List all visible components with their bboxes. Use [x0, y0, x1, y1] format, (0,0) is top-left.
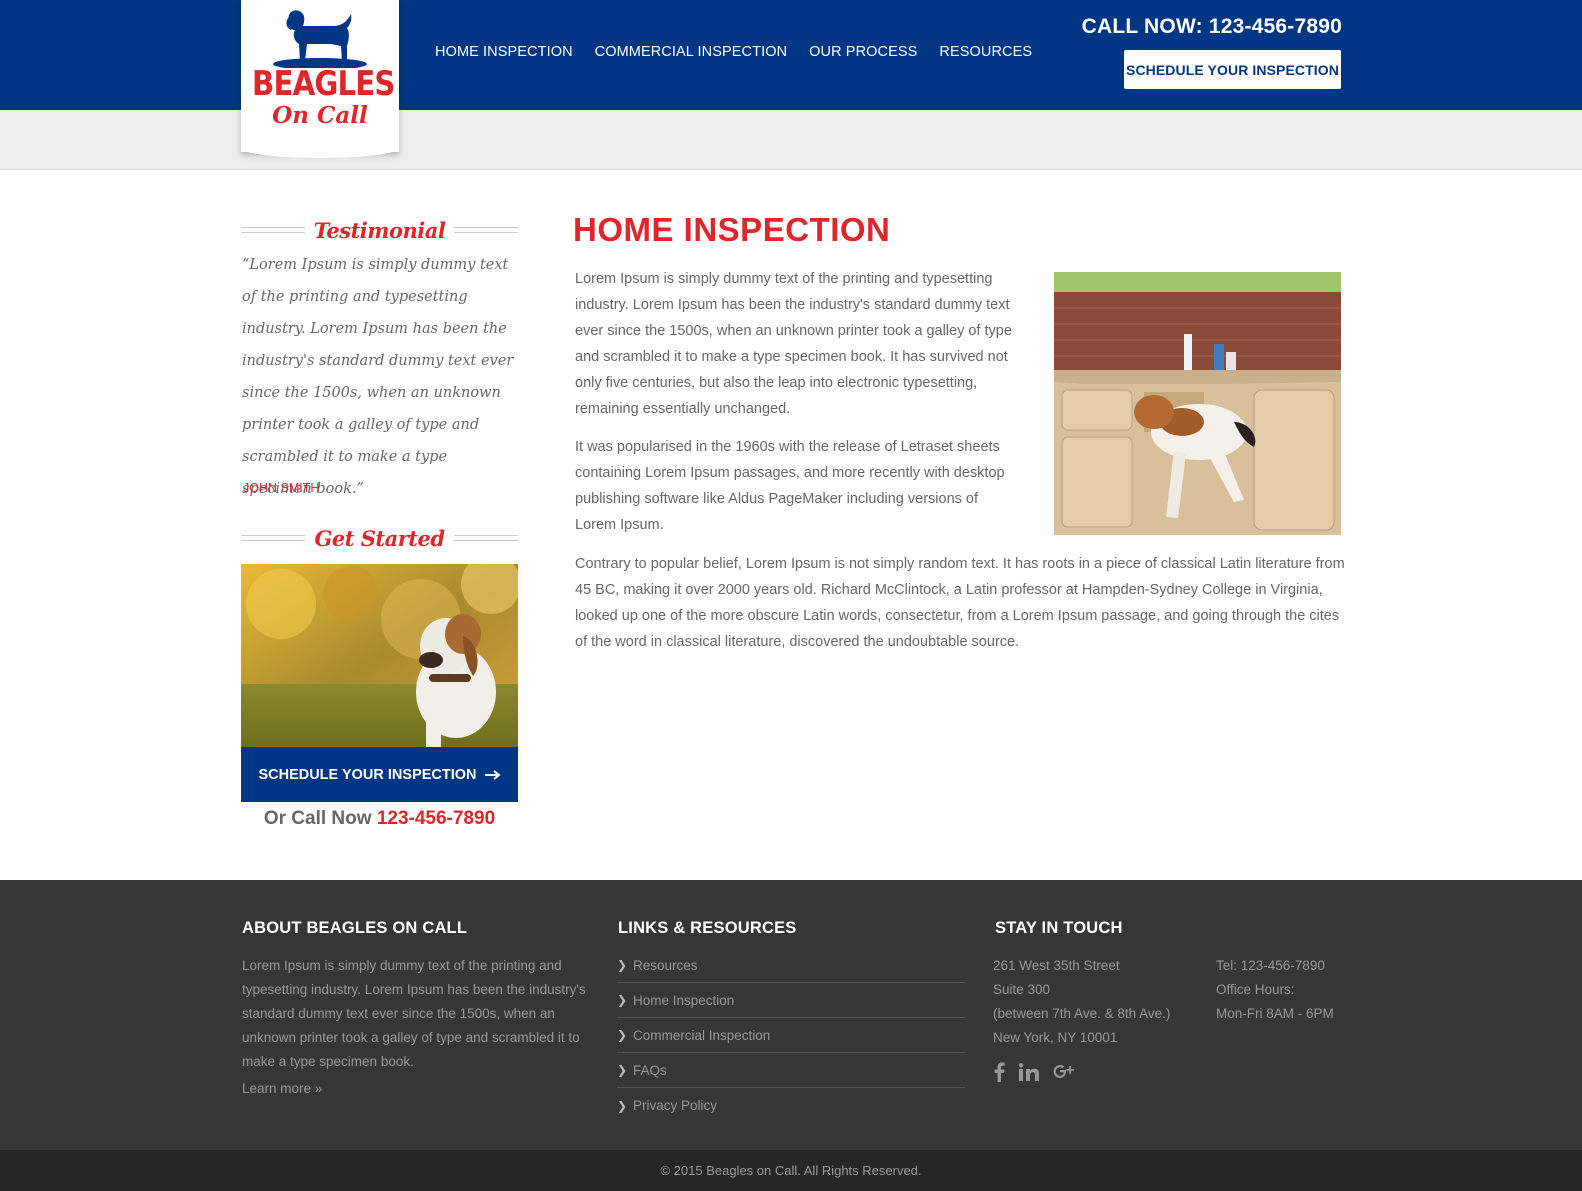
testimonial-quote: “Lorem Ipsum is simply dummy text of the…	[242, 257, 514, 497]
chevron-right-icon: ❯	[617, 1028, 628, 1042]
logo-wordmark: BEAGLES	[252, 64, 395, 104]
footer-link-faqs[interactable]: ❯ FAQs	[617, 1053, 965, 1088]
nav-our-process[interactable]: OUR PROCESS	[809, 44, 917, 60]
sidebar-phone[interactable]: 123-456-7890	[377, 808, 495, 829]
office-hours: Mon-Fri 8AM - 6PM	[1216, 1006, 1334, 1021]
footer-link-home-inspection[interactable]: ❯ Home Inspection	[617, 983, 965, 1018]
linkedin-icon[interactable]	[1019, 1063, 1039, 1081]
logo[interactable]: BEAGLES On Call	[241, 0, 399, 158]
sidebar-schedule-button[interactable]: SCHEDULE YOUR INSPECTION	[241, 747, 518, 802]
footer-link-label: Home Inspection	[633, 992, 735, 1008]
or-call-now: Or Call Now 123-456-7890	[241, 808, 518, 830]
get-started-heading: Get Started	[241, 518, 518, 558]
office-hours-label: Office Hours:	[1216, 982, 1295, 997]
chevron-right-icon: ❯	[617, 1098, 628, 1113]
testimonial-heading: Testimonial	[241, 210, 519, 250]
contact-block: Tel: 123-456-7890 Office Hours: Mon-Fri …	[1216, 954, 1334, 1026]
footer-link-label: FAQs	[633, 1062, 667, 1078]
footer-link-label: Commercial Inspection	[633, 1027, 771, 1043]
address-line: 261 West 35th Street	[993, 958, 1120, 973]
google-plus-icon[interactable]	[1053, 1062, 1075, 1082]
chevron-right-icon: ❯	[617, 958, 628, 972]
stay-in-touch-heading: STAY IN TOUCH	[995, 919, 1123, 937]
copyright-bar: © 2015 Beagles on Call. All Rights Reser…	[0, 1150, 1582, 1191]
about-text: Lorem Ipsum is simply dummy text of the …	[242, 958, 586, 1069]
sub-bar	[0, 110, 1582, 170]
beagle-in-park-photo	[241, 564, 518, 747]
footer-link-privacy-policy[interactable]: ❯ Privacy Policy	[617, 1088, 965, 1123]
main-nav: HOME INSPECTION COMMERCIAL INSPECTION OU…	[435, 44, 1032, 60]
paragraph-1: Lorem Ipsum is simply dummy text of the …	[575, 271, 1012, 417]
footer-link-label: Resources	[633, 957, 698, 973]
paragraph-2: It was popularised in the 1960s with the…	[575, 439, 1005, 533]
facebook-icon[interactable]	[993, 1062, 1005, 1082]
chevron-right-icon: ❯	[617, 993, 628, 1007]
about-heading: ABOUT BEAGLES ON CALL	[242, 919, 468, 937]
divider	[241, 535, 306, 541]
beagle-in-kitchen-photo	[1054, 272, 1341, 535]
learn-more-link[interactable]: Learn more »	[242, 1081, 322, 1096]
footer-link-commercial-inspection[interactable]: ❯ Commercial Inspection	[617, 1018, 965, 1053]
logo-tagline: On Call	[272, 102, 368, 129]
links-heading: LINKS & RESOURCES	[618, 919, 797, 937]
page-title: HOME INSPECTION	[573, 211, 891, 248]
footer-link-label: Privacy Policy	[633, 1098, 718, 1113]
footer-links-list: ❯ Resources ❯ Home Inspection ❯ Commerci…	[617, 948, 965, 1123]
testimonial-author: JOHN SMITH	[243, 481, 320, 495]
address-line: Suite 300	[993, 982, 1051, 997]
footer-phone[interactable]: Tel: 123-456-7890	[1216, 954, 1334, 978]
nav-home-inspection[interactable]: HOME INSPECTION	[435, 44, 573, 60]
nav-commercial-inspection[interactable]: COMMERCIAL INSPECTION	[595, 44, 788, 60]
sidebar-schedule-label: SCHEDULE YOUR INSPECTION	[258, 766, 477, 783]
copyright-text: © 2015 Beagles on Call. All Rights Reser…	[660, 1163, 922, 1178]
chevron-right-icon: ❯	[617, 1063, 628, 1077]
beagle-logo-icon	[273, 10, 367, 68]
nav-resources[interactable]: RESOURCES	[939, 44, 1032, 60]
address-line: New York, NY 10001	[993, 1030, 1118, 1045]
arrow-right-icon	[484, 769, 501, 780]
address-block: 261 West 35th Street Suite 300 (between …	[993, 954, 1170, 1050]
divider	[454, 227, 519, 233]
schedule-inspection-button[interactable]: SCHEDULE YOUR INSPECTION	[1124, 50, 1341, 89]
get-started-title: Get Started	[314, 525, 445, 551]
footer-link-resources[interactable]: ❯ Resources	[617, 948, 965, 983]
divider	[453, 535, 518, 541]
or-call-label: Or Call Now	[263, 808, 372, 829]
social-links	[993, 1062, 1075, 1082]
divider	[241, 227, 305, 233]
paragraph-3: Contrary to popular belief, Lorem Ipsum …	[575, 556, 1345, 650]
call-now-phone[interactable]: CALL NOW: 123-456-7890	[1082, 15, 1342, 39]
testimonial-title: Testimonial	[313, 217, 446, 243]
address-line: (between 7th Ave. & 8th Ave.)	[993, 1006, 1171, 1021]
